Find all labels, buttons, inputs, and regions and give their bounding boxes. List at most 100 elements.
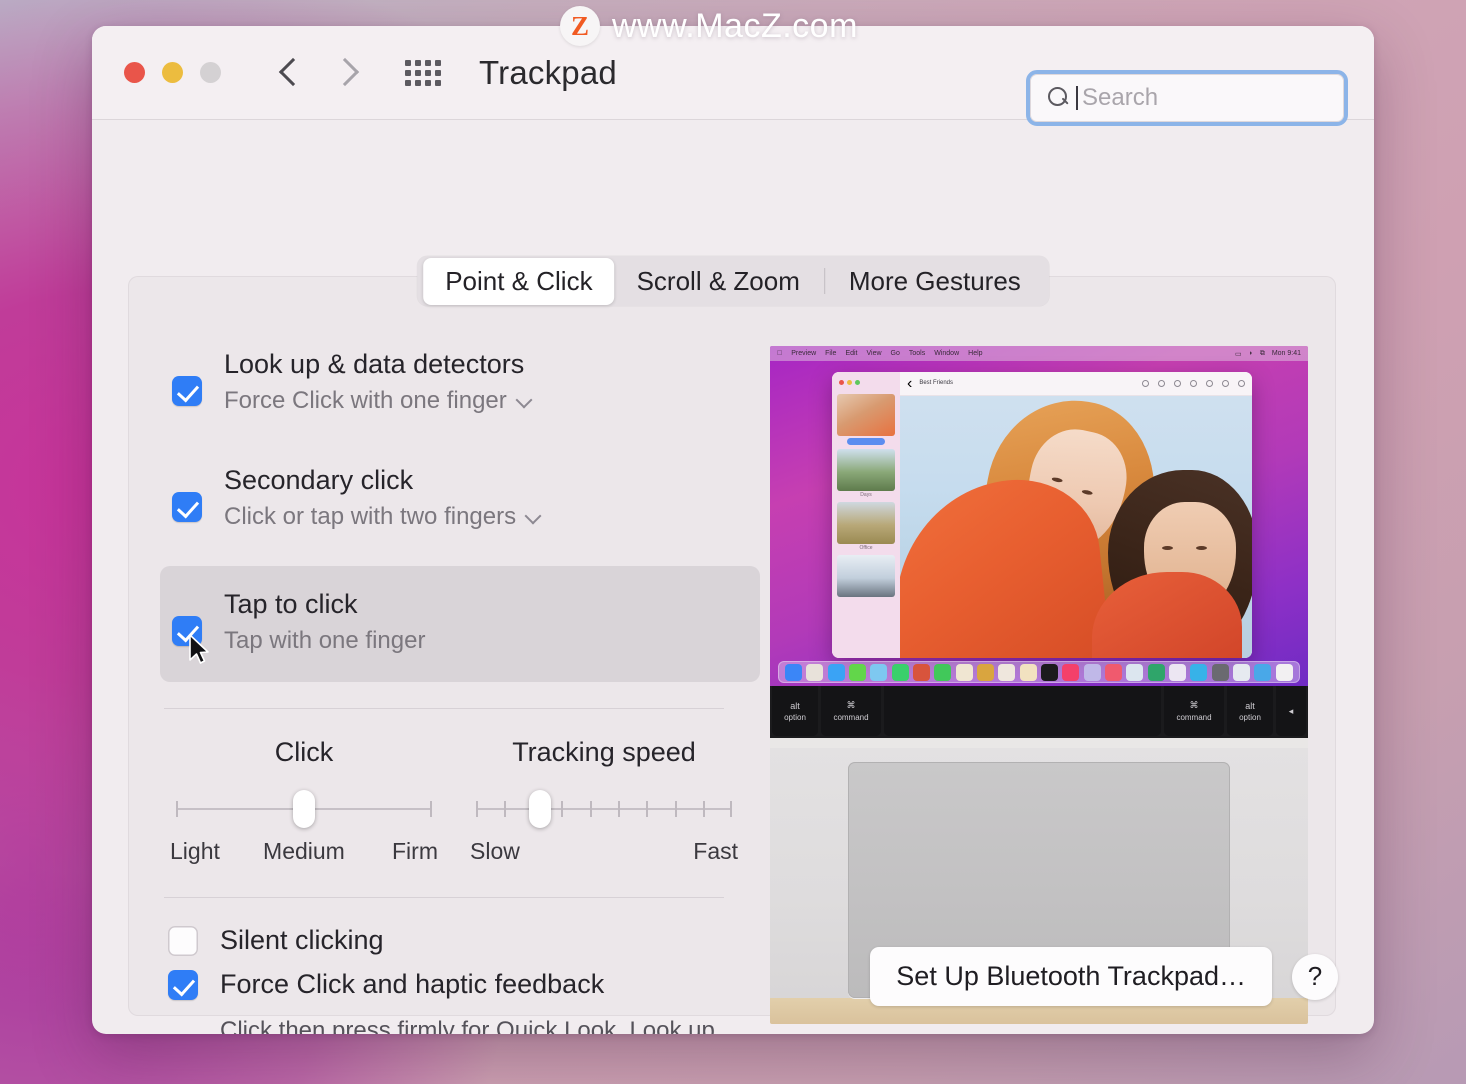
search-input[interactable]: Search — [1082, 84, 1158, 112]
silent-clicking-label: Silent clicking — [220, 924, 384, 955]
secondary-click-sub-label: Click or tap with two fingers — [224, 503, 517, 531]
click-slider-labels: Light Medium Firm — [168, 838, 440, 865]
look-up-checkbox[interactable] — [172, 376, 202, 406]
key-label: command — [1176, 713, 1212, 722]
set-up-bluetooth-trackpad-button[interactable]: Set Up Bluetooth Trackpad… — [870, 947, 1272, 1006]
dock-icon — [870, 663, 888, 681]
option-row-look-up[interactable]: Look up & data detectors Force Click wit… — [160, 338, 748, 426]
thumbnail-image — [837, 394, 895, 436]
thumbnail-caption: Days — [860, 492, 872, 498]
eye — [1051, 476, 1063, 483]
markup-icon — [1206, 380, 1213, 387]
sliders-section: Click Light Medium Firm Tracking speed S… — [160, 737, 748, 865]
menubar-item: File — [819, 350, 836, 357]
tap-to-click-label: Tap to click — [224, 589, 358, 620]
tracking-speed-slider-thumb[interactable] — [529, 790, 551, 829]
option-row-silent-clicking[interactable]: Silent clicking — [168, 924, 748, 957]
grid-dot — [435, 59, 441, 66]
photos-sidebar: Days Office — [832, 372, 900, 658]
photo-content — [900, 396, 1252, 658]
dock-icon — [934, 663, 952, 681]
sidebar-thumbnail: Office — [837, 502, 895, 551]
dock-icon — [1019, 663, 1037, 681]
grid-icon[interactable] — [405, 59, 441, 87]
eye — [1162, 546, 1173, 550]
tab-more-gestures[interactable]: More Gestures — [827, 258, 1043, 305]
help-button[interactable]: ? — [1292, 953, 1338, 1000]
dock-icon — [891, 663, 909, 681]
chevron-down-icon[interactable] — [517, 394, 531, 408]
dock-icon — [1233, 663, 1251, 681]
secondary-click-checkbox[interactable] — [172, 492, 202, 523]
settings-panel: Look up & data detectors Force Click wit… — [128, 276, 1336, 1034]
tracking-speed-slider-labels: Slow Fast — [468, 838, 740, 865]
tab-bar: Point & Click Scroll & Zoom More Gesture… — [417, 256, 1049, 306]
chevron-down-icon[interactable] — [526, 510, 540, 524]
chevron-right-icon[interactable] — [335, 56, 357, 90]
tracking-speed-slider-track[interactable] — [476, 790, 732, 829]
trackpad-preferences-window: Trackpad Search Point & Click Scroll & Z… — [92, 26, 1374, 1034]
key-command-left: ⌘ command — [821, 686, 881, 736]
key-label: option — [1239, 712, 1261, 722]
slider-tick — [176, 801, 178, 818]
tap-to-click-checkbox[interactable] — [172, 616, 202, 647]
option-text: Secondary click Click or tap with two fi… — [224, 464, 540, 532]
key-symbol: ⌘ — [846, 700, 856, 710]
tab-point-and-click[interactable]: Point & Click — [423, 257, 615, 305]
zoom-in-icon — [1174, 380, 1181, 387]
chevron-left-icon[interactable] — [279, 56, 301, 90]
dock-icon — [1126, 663, 1144, 681]
secondary-click-sub[interactable]: Click or tap with two fingers — [224, 501, 540, 532]
look-up-label: Look up & data detectors — [224, 349, 525, 379]
slider-tick — [703, 801, 706, 818]
eye — [1196, 546, 1207, 550]
toolbar-icons — [1142, 380, 1245, 387]
navigation-buttons — [279, 56, 357, 90]
text-caret — [1076, 86, 1078, 110]
dock-icon — [955, 663, 973, 681]
dock-icon — [913, 663, 931, 681]
key-symbol: alt — [790, 700, 800, 711]
click-slider-title: Click — [274, 737, 334, 768]
option-text: Look up & data detectors Force Click wit… — [224, 348, 531, 416]
dock-icon — [1041, 663, 1059, 681]
click-label-firm: Firm — [392, 838, 438, 865]
option-row-tap-to-click[interactable]: Tap to click Tap with one finger — [160, 566, 760, 683]
key-symbol: ◂ — [1288, 705, 1294, 716]
key-symbol: ⌘ — [1189, 700, 1199, 710]
menubar-item: Window — [928, 350, 959, 357]
zoom-out-icon — [1158, 380, 1165, 387]
dock-icon — [977, 663, 995, 681]
key-spacebar — [884, 686, 1161, 736]
click-slider-thumb[interactable] — [293, 790, 315, 829]
option-row-secondary-click[interactable]: Secondary click Click or tap with two fi… — [160, 454, 748, 542]
key-command-right: ⌘ command — [1164, 686, 1224, 736]
tap-to-click-sub: Tap with one finger — [224, 625, 425, 656]
look-up-sub[interactable]: Force Click with one finger — [224, 385, 531, 416]
tracking-speed-slider-group: Tracking speed Slow Fast — [468, 737, 740, 865]
slider-tick — [646, 801, 649, 818]
tab-scroll-and-zoom[interactable]: Scroll & Zoom — [615, 258, 822, 305]
dock-icon — [1169, 663, 1187, 681]
menubar-item: Help — [962, 350, 982, 357]
click-slider-track[interactable] — [176, 790, 432, 829]
dock-icon — [827, 663, 845, 681]
dock-icon — [998, 663, 1016, 681]
force-click-checkbox[interactable] — [168, 970, 198, 1001]
option-text: Tap to click Tap with one finger — [224, 588, 425, 656]
grid-dot — [435, 79, 441, 86]
menubar-item: Go — [885, 350, 900, 357]
dock-icon — [1105, 663, 1123, 681]
dock-icon — [1190, 663, 1208, 681]
minimize-button — [847, 380, 852, 385]
search-field[interactable]: Search — [1026, 70, 1348, 126]
option-row-force-click[interactable]: Force Click and haptic feedback — [168, 968, 748, 1001]
close-button[interactable] — [124, 62, 145, 83]
settings-left-column: Look up & data detectors Force Click wit… — [128, 276, 760, 1034]
minimize-button[interactable] — [162, 62, 183, 83]
slider-tick — [618, 801, 621, 818]
photos-app-window: Days Office ‹ Best Friends — [832, 372, 1252, 658]
share-icon — [1222, 380, 1229, 387]
key-option-left: alt option — [772, 686, 818, 736]
silent-clicking-checkbox[interactable] — [168, 926, 198, 957]
